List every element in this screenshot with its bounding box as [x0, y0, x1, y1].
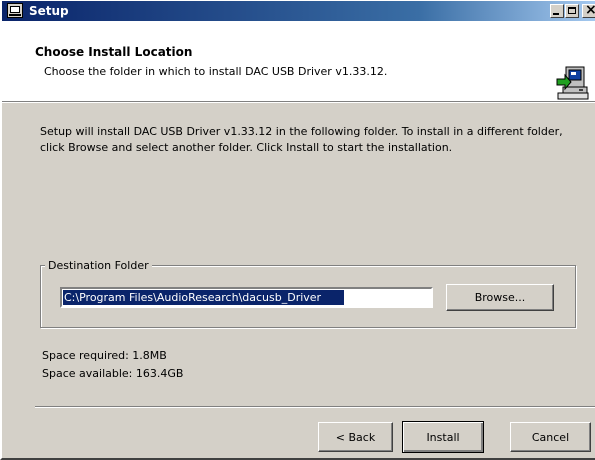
page-subtitle: Choose the folder in which to install DA… [44, 65, 388, 78]
setup-window: Setup Choose Install Location Choose the… [0, 0, 595, 460]
window-title: Setup [29, 4, 69, 18]
header-separator [2, 102, 595, 103]
title-bar[interactable]: Setup [2, 1, 595, 21]
page-header: Choose Install Location Choose the folde… [2, 21, 595, 102]
footer-separator-highlight [35, 407, 595, 408]
space-required-text: Space required: 1.8MB [42, 349, 167, 362]
back-button[interactable]: < Back [318, 422, 393, 452]
setup-app-icon[interactable] [7, 3, 23, 18]
destination-folder-label: Destination Folder [45, 259, 152, 272]
space-available-text: Space available: 163.4GB [42, 367, 184, 380]
installer-computer-icon [556, 66, 589, 100]
install-button[interactable]: Install [402, 421, 484, 453]
close-icon[interactable] [582, 2, 595, 18]
cancel-button[interactable]: Cancel [510, 422, 591, 452]
destination-path-input[interactable] [60, 287, 433, 308]
install-description: Setup will install DAC USB Driver v1.33.… [40, 125, 563, 154]
maximize-icon[interactable] [565, 4, 579, 18]
minimize-icon[interactable] [550, 4, 564, 18]
browse-button[interactable]: Browse... [446, 284, 554, 311]
page-title: Choose Install Location [35, 45, 193, 59]
